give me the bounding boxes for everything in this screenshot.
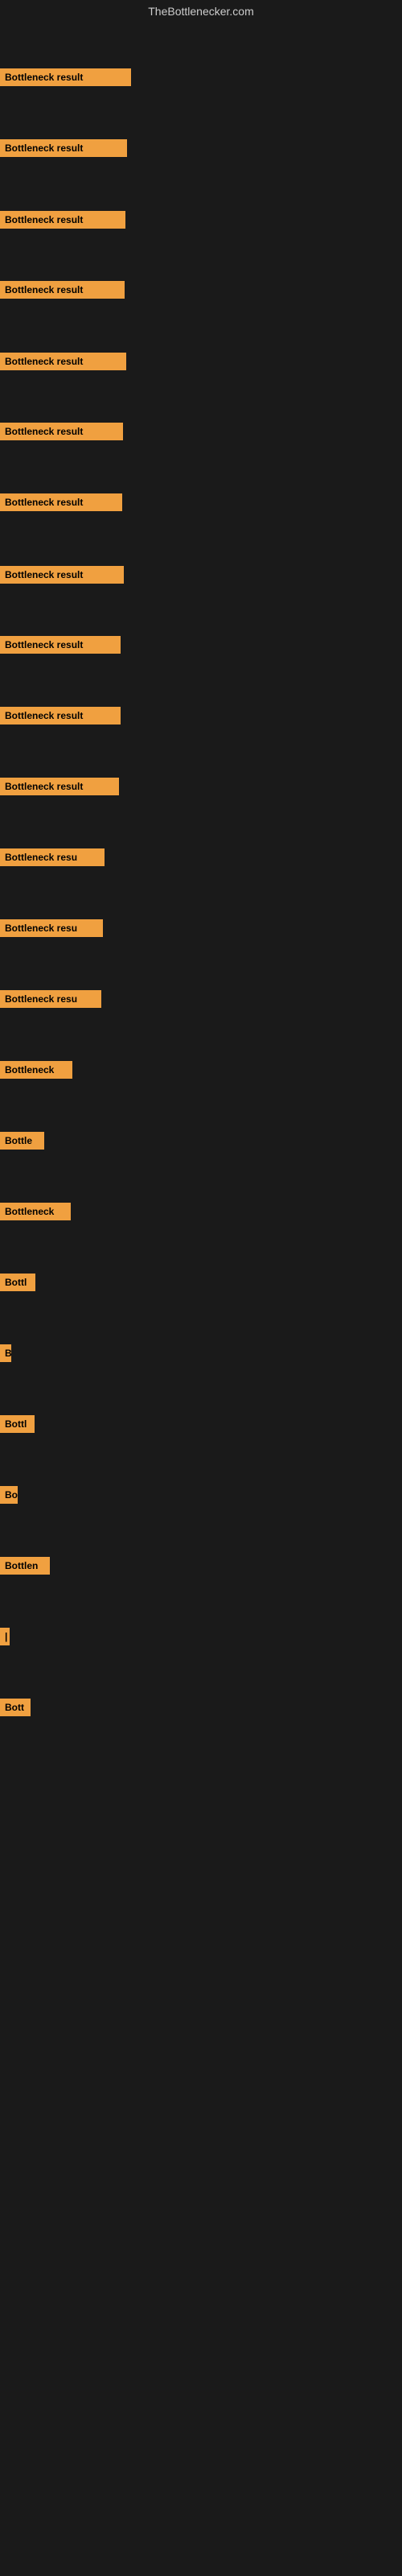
bottleneck-bar-14: Bottleneck resu (0, 990, 101, 1008)
bottleneck-bar-5: Bottleneck result (0, 353, 126, 370)
bottleneck-bar-16: Bottle (0, 1132, 44, 1150)
bottleneck-bar-19: B (0, 1344, 11, 1362)
bottleneck-bar-18: Bottl (0, 1274, 35, 1291)
bottleneck-bar-23: | (0, 1628, 10, 1645)
bottleneck-bar-7: Bottleneck result (0, 493, 122, 511)
bottleneck-bar-13: Bottleneck resu (0, 919, 103, 937)
bottleneck-bar-8: Bottleneck result (0, 566, 124, 584)
bottleneck-bar-1: Bottleneck result (0, 68, 131, 86)
site-title: TheBottlenecker.com (0, 0, 402, 23)
bottleneck-bar-24: Bott (0, 1699, 31, 1716)
bottleneck-bar-3: Bottleneck result (0, 211, 125, 229)
bottleneck-bar-15: Bottleneck (0, 1061, 72, 1079)
bottleneck-bar-4: Bottleneck result (0, 281, 125, 299)
bottleneck-bar-20: Bottl (0, 1415, 35, 1433)
bottleneck-bar-10: Bottleneck result (0, 707, 121, 724)
bottleneck-bar-21: Bo (0, 1486, 18, 1504)
bottleneck-bar-2: Bottleneck result (0, 139, 127, 157)
bottleneck-bar-11: Bottleneck result (0, 778, 119, 795)
bottleneck-bar-17: Bottleneck (0, 1203, 71, 1220)
bottleneck-bar-9: Bottleneck result (0, 636, 121, 654)
bottleneck-bar-12: Bottleneck resu (0, 848, 105, 866)
bottleneck-bar-22: Bottlen (0, 1557, 50, 1575)
bottleneck-bar-6: Bottleneck result (0, 423, 123, 440)
